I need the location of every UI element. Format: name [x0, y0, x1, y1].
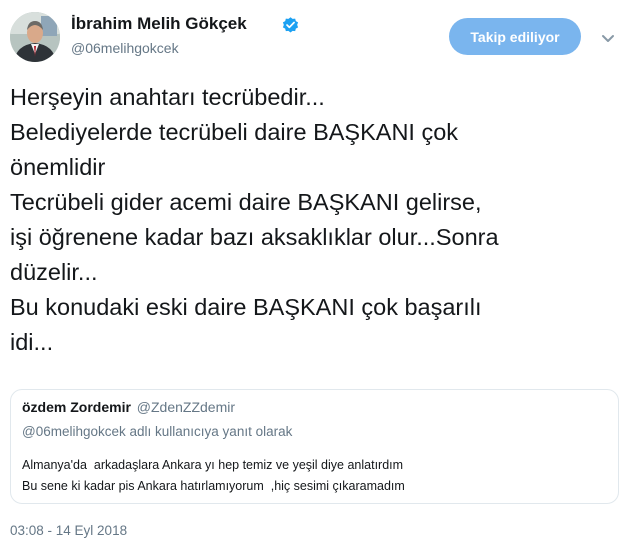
quoted-author-name: özdem Zordemir: [22, 399, 131, 415]
tweet-text-line: idi...: [10, 329, 54, 355]
tweet: İbrahim Melih Gökçek @06melihgokcek Taki…: [0, 0, 637, 555]
tweet-text-line: Herşeyin anahtarı tecrübedir...: [10, 84, 325, 110]
quoted-text-line: Bu sene ki kadar pis Ankara hatırlamıyor…: [22, 479, 405, 493]
tweet-text-line: Tecrübeli gider acemi daire BAŞKANI geli…: [10, 189, 482, 215]
quoted-tweet-text: Almanya'da arkadaşlara Ankara yı hep tem…: [22, 455, 405, 497]
verified-badge-icon: [282, 17, 299, 33]
tweet-text-line: Belediyelerde tecrübeli daire BAŞKANI ço…: [10, 119, 459, 145]
quoted-tweet-card[interactable]: özdem Zordemir @ZdenZZdemir @06melihgokc…: [10, 389, 619, 504]
quoted-text-line: Almanya'da arkadaşlara Ankara yı hep tem…: [22, 458, 404, 472]
tweet-text-line: düzelir...: [10, 259, 98, 285]
quoted-reply-context: @06melihgokcek adlı kullanıcıya yanıt ol…: [22, 424, 293, 439]
avatar-photo-icon: [10, 12, 60, 62]
tweet-text-line: önemlidir: [10, 154, 106, 180]
author-name[interactable]: İbrahim Melih Gökçek: [71, 14, 247, 34]
author-handle[interactable]: @06melihgokcek: [71, 40, 179, 56]
tweet-text-line: işi öğrenene kadar bazı aksaklıklar olur…: [10, 224, 499, 250]
quoted-author-handle: @ZdenZZdemir: [136, 399, 236, 415]
following-button[interactable]: Takip ediliyor: [449, 18, 581, 55]
chevron-down-icon[interactable]: [598, 28, 618, 48]
tweet-timestamp[interactable]: 03:08 - 14 Eyl 2018: [10, 523, 127, 538]
quoted-tweet-header: özdem Zordemir @ZdenZZdemir: [22, 399, 235, 415]
tweet-text: Herşeyin anahtarı tecrübedir... Belediye…: [10, 80, 625, 360]
author-avatar[interactable]: [10, 12, 60, 62]
tweet-text-line: Bu konudaki eski daire BAŞKANI çok başar…: [10, 294, 482, 320]
